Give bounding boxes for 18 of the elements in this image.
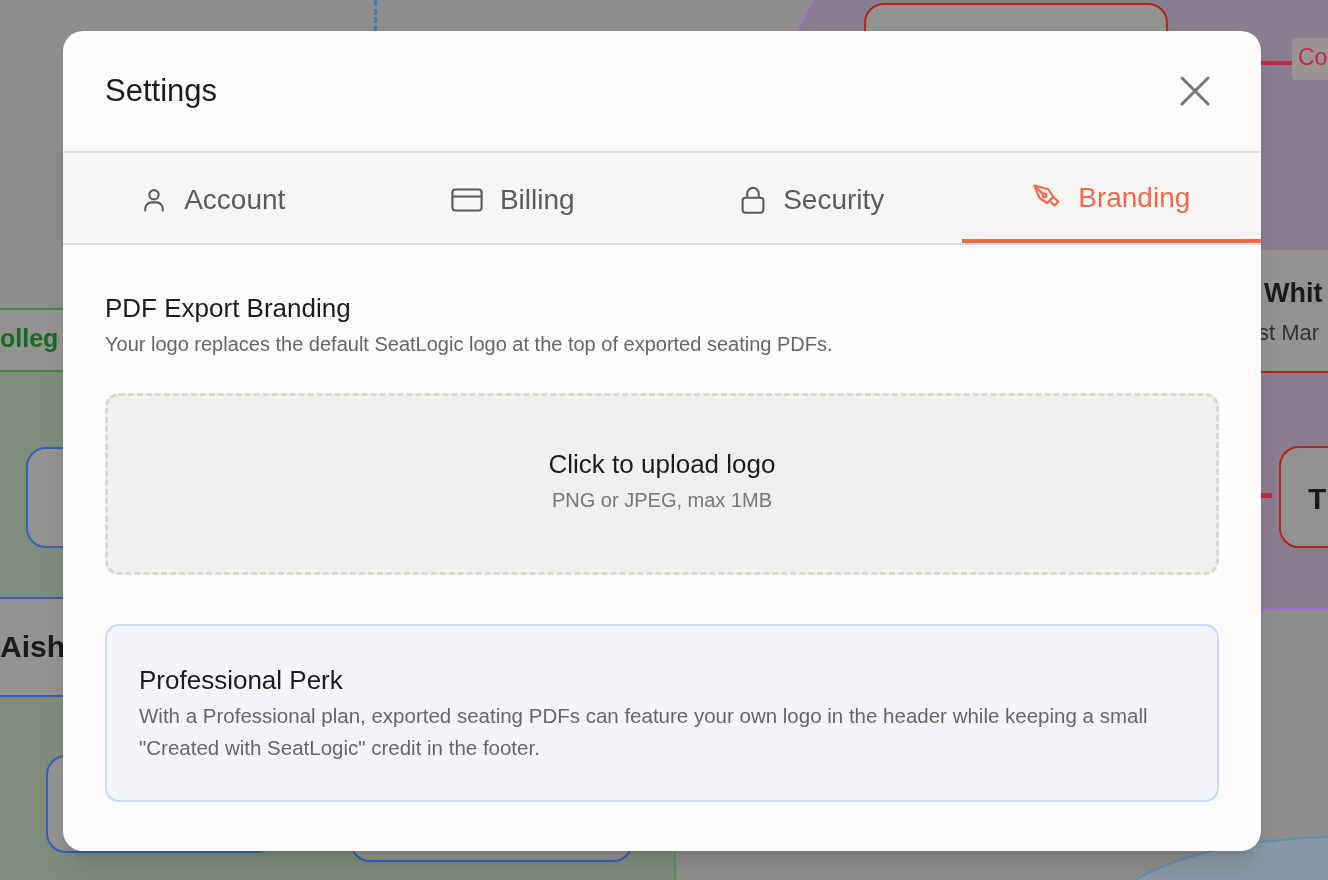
perk-title: Professional Perk <box>139 664 344 696</box>
table-label: T <box>1308 484 1327 514</box>
upload-dropzone[interactable]: Click to upload logo PNG or JPEG, max 1MB <box>105 393 1219 575</box>
perk-description: With a Professional plan, exported seating PDFs can feature your own logo in the header while keeping a small "Created with SeatLogic" credit in the footer. <box>139 703 1149 761</box>
guest-name: Whit <box>1264 280 1323 307</box>
dialog-title: Settings <box>105 71 217 110</box>
credit-card-icon <box>449 186 484 214</box>
settings-tab[interactable]: Billing <box>362 153 662 243</box>
guest-name: Aish <box>0 632 65 662</box>
close-icon[interactable] <box>1179 75 1211 107</box>
settings-tab[interactable]: Security <box>662 153 962 243</box>
tag: Co <box>1292 38 1328 80</box>
section-title: PDF Export Branding <box>105 292 352 324</box>
upload-title: Click to upload logo <box>548 448 776 480</box>
section-description: Your logo replaces the default SeatLogic logo at the top of exported seating PDFs. <box>105 332 834 357</box>
settings-tab[interactable]: Account <box>63 153 363 243</box>
upload-hint: PNG or JPEG, max 1MB <box>551 488 773 513</box>
group-label: olleg <box>0 326 59 351</box>
